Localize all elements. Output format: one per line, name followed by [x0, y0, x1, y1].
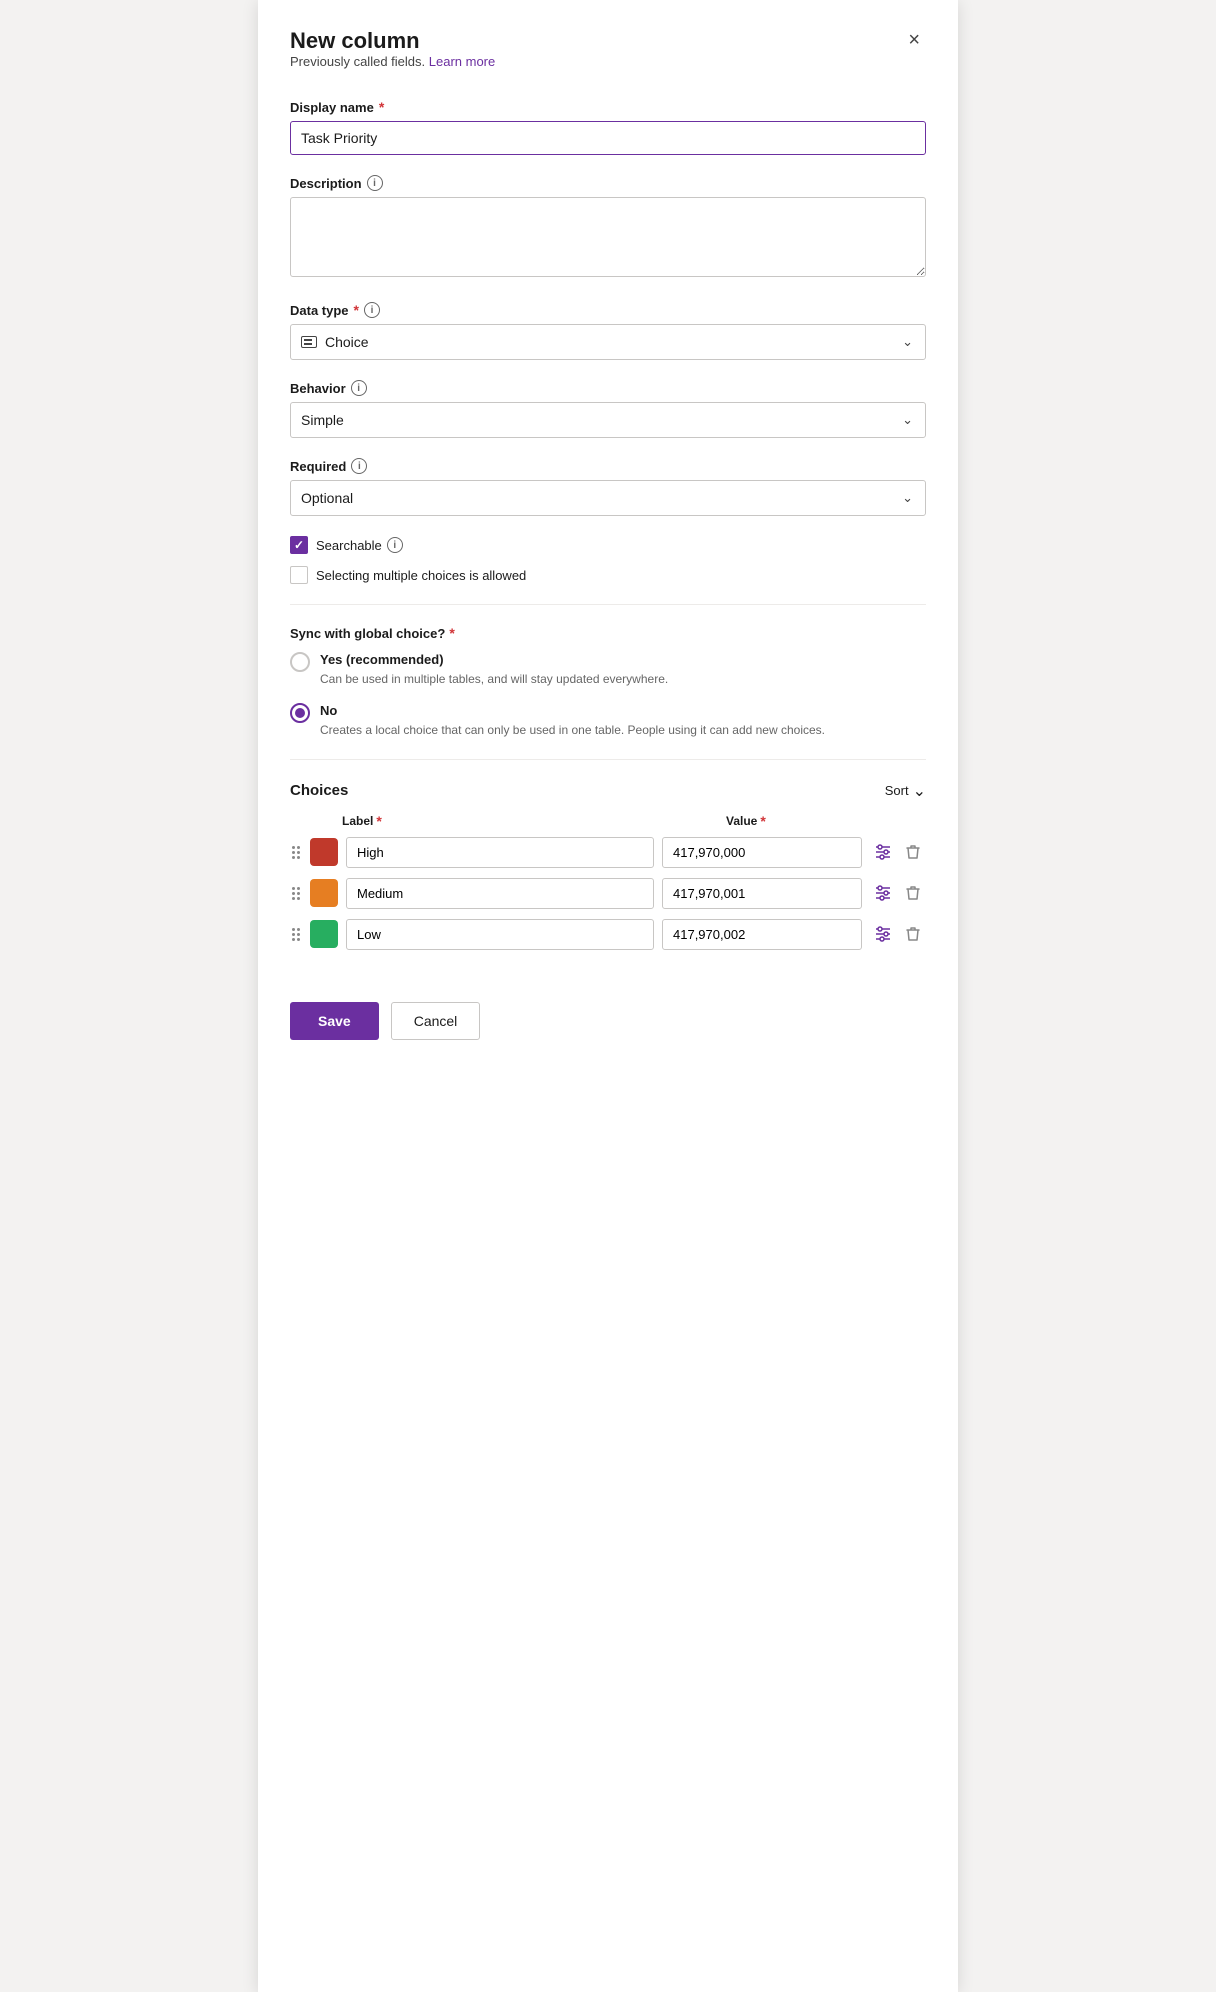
color-swatch[interactable] — [310, 879, 338, 907]
divider-2 — [290, 759, 926, 760]
delete-choice-button[interactable] — [900, 839, 926, 865]
choice-value-input[interactable] — [662, 919, 862, 950]
required-label: Required i — [290, 458, 926, 474]
sync-yes-content: Yes (recommended) Can be used in multipl… — [320, 651, 926, 688]
sync-no-label: No — [320, 702, 926, 720]
multiple-choices-checkbox-wrap[interactable]: Selecting multiple choices is allowed — [290, 566, 526, 584]
behavior-info-icon: i — [351, 380, 367, 396]
description-label: Description i — [290, 175, 926, 191]
choices-title: Choices — [290, 782, 348, 799]
filter-icon-button[interactable] — [870, 839, 896, 865]
display-name-input[interactable] — [290, 121, 926, 155]
description-group: Description i — [290, 175, 926, 282]
choice-rows-container — [290, 837, 926, 950]
new-column-panel: New column Previously called fields. Lea… — [258, 0, 958, 1992]
required-select[interactable]: Optional ⌄ — [290, 480, 926, 516]
data-type-info-icon: i — [364, 302, 380, 318]
searchable-checkbox-wrap[interactable]: Searchable i — [290, 536, 403, 554]
searchable-info-icon: i — [387, 537, 403, 553]
multiple-choices-row: Selecting multiple choices is allowed — [290, 566, 926, 584]
behavior-label: Behavior i — [290, 380, 926, 396]
data-type-value: Choice — [325, 334, 369, 350]
sync-global-label: Sync with global choice? * — [290, 625, 926, 641]
panel-subtitle: Previously called fields. Learn more — [290, 54, 495, 69]
sync-required-star: * — [449, 625, 454, 641]
col-label-header: Label * — [342, 813, 706, 829]
required-info-icon: i — [351, 458, 367, 474]
sort-chevron-icon: ⌄ — [913, 781, 926, 801]
choice-label-input[interactable] — [346, 919, 654, 950]
close-button[interactable]: × — [902, 28, 926, 52]
choices-col-headers: Label * Value * — [290, 813, 926, 829]
filter-icon-button[interactable] — [870, 880, 896, 906]
choice-label-input[interactable] — [346, 878, 654, 909]
behavior-chevron-icon: ⌄ — [902, 412, 913, 428]
drag-handle[interactable] — [290, 842, 302, 863]
required-value: Optional — [301, 490, 353, 506]
color-swatch[interactable] — [310, 920, 338, 948]
color-swatch[interactable] — [310, 838, 338, 866]
sync-no-option[interactable]: No Creates a local choice that can only … — [290, 702, 926, 739]
sync-no-desc: Creates a local choice that can only be … — [320, 722, 926, 739]
col-value-wrap: Value * — [726, 813, 926, 829]
panel-header: New column Previously called fields. Lea… — [290, 28, 926, 93]
choice-value-input[interactable] — [662, 837, 862, 868]
data-type-select[interactable]: Choice ⌄ — [290, 324, 926, 360]
sync-yes-label: Yes (recommended) — [320, 651, 926, 669]
subtitle-text: Previously called fields. — [290, 54, 425, 69]
multiple-choices-label: Selecting multiple choices is allowed — [316, 568, 526, 583]
display-name-group: Display name * — [290, 99, 926, 155]
sync-no-content: No Creates a local choice that can only … — [320, 702, 926, 739]
sync-no-radio[interactable] — [290, 703, 310, 723]
data-type-label: Data type * i — [290, 302, 926, 318]
description-input[interactable] — [290, 197, 926, 277]
learn-more-link[interactable]: Learn more — [429, 54, 495, 69]
required-star: * — [379, 99, 384, 115]
row-actions — [870, 880, 926, 906]
behavior-group: Behavior i Simple ⌄ — [290, 380, 926, 438]
searchable-checkbox[interactable] — [290, 536, 308, 554]
row-actions — [870, 839, 926, 865]
choice-row — [290, 878, 926, 909]
choice-row — [290, 837, 926, 868]
col-value-star: * — [760, 813, 765, 829]
multiple-choices-checkbox[interactable] — [290, 566, 308, 584]
sync-yes-radio[interactable] — [290, 652, 310, 672]
save-button[interactable]: Save — [290, 1002, 379, 1040]
searchable-row: Searchable i — [290, 536, 926, 554]
data-type-chevron-icon: ⌄ — [902, 334, 913, 350]
behavior-value: Simple — [301, 412, 344, 428]
required-group: Required i Optional ⌄ — [290, 458, 926, 516]
footer: Save Cancel — [290, 982, 926, 1040]
sync-yes-option[interactable]: Yes (recommended) Can be used in multipl… — [290, 651, 926, 688]
cancel-button[interactable]: Cancel — [391, 1002, 481, 1040]
sort-button[interactable]: Sort ⌄ — [885, 780, 926, 801]
description-info-icon: i — [367, 175, 383, 191]
sync-global-group: Sync with global choice? * Yes (recommen… — [290, 625, 926, 739]
sync-radio-group: Yes (recommended) Can be used in multipl… — [290, 651, 926, 739]
panel-title: New column — [290, 28, 495, 54]
delete-choice-button[interactable] — [900, 880, 926, 906]
choice-value-input[interactable] — [662, 878, 862, 909]
drag-handle[interactable] — [290, 924, 302, 945]
sync-yes-desc: Can be used in multiple tables, and will… — [320, 671, 926, 688]
data-type-required-star: * — [354, 302, 359, 318]
col-label-star: * — [376, 813, 381, 829]
required-chevron-icon: ⌄ — [902, 490, 913, 506]
divider-1 — [290, 604, 926, 605]
display-name-label: Display name * — [290, 99, 926, 115]
searchable-label: Searchable i — [316, 537, 403, 553]
row-actions — [870, 921, 926, 947]
filter-icon-button[interactable] — [870, 921, 896, 947]
choices-header: Choices Sort ⌄ — [290, 780, 926, 801]
delete-choice-button[interactable] — [900, 921, 926, 947]
choice-label-input[interactable] — [346, 837, 654, 868]
choice-type-icon — [301, 336, 317, 348]
col-value-header: Value * — [726, 813, 926, 829]
drag-handle[interactable] — [290, 883, 302, 904]
data-type-group: Data type * i Choice ⌄ — [290, 302, 926, 360]
col-label-wrap: Label * — [342, 813, 718, 829]
choice-row — [290, 919, 926, 950]
behavior-select[interactable]: Simple ⌄ — [290, 402, 926, 438]
